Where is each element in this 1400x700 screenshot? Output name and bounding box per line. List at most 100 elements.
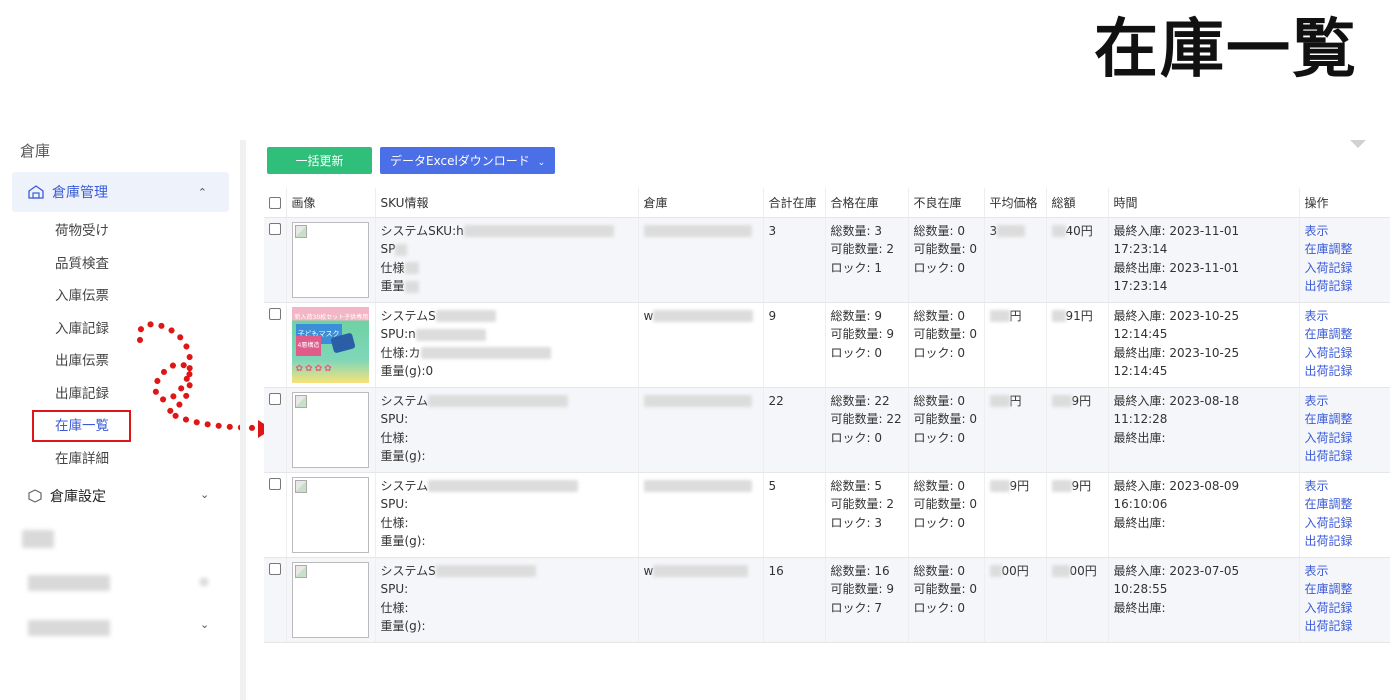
row-checkbox[interactable] xyxy=(269,307,281,320)
total-amount: 9円 xyxy=(1046,472,1109,558)
warehouse-cell xyxy=(638,472,764,558)
outbound-history-link[interactable]: 出荷記録 xyxy=(1305,447,1385,466)
chevron-down-icon: ⌄ xyxy=(200,488,210,501)
total-amount: 00円 xyxy=(1046,557,1109,643)
collapse-triangle-icon[interactable] xyxy=(1350,140,1366,148)
actions-cell: 表示 在庫調整 入荷記録 出荷記録 xyxy=(1299,387,1390,473)
product-image: 新入荷30枚セット子供専用 子どもマスク 4層構造 ✿✿✿✿ xyxy=(291,306,369,383)
chevron-down-icon: ⌄ xyxy=(200,618,210,631)
good-stock: 総数量: 9 可能数量: 9 ロック: 0 xyxy=(825,302,909,388)
product-image xyxy=(291,476,369,553)
column-header: 平均価格 xyxy=(984,188,1047,218)
panel-divider xyxy=(240,140,246,700)
average-price: 円 xyxy=(984,302,1047,388)
product-image xyxy=(291,221,369,298)
inbound-history-link[interactable]: 入荷記録 xyxy=(1305,259,1385,278)
outbound-history-link[interactable]: 出荷記録 xyxy=(1305,362,1385,381)
time-cell: 最終入庫: 2023-11-01 17:23:14 最終出庫: 2023-11-0… xyxy=(1108,217,1300,303)
adjust-stock-link[interactable]: 在庫調整 xyxy=(1305,495,1385,514)
actions-cell: 表示 在庫調整 入荷記録 出荷記録 xyxy=(1299,217,1390,303)
view-link[interactable]: 表示 xyxy=(1305,477,1385,496)
sidebar-item-receiving[interactable]: 荷物受け xyxy=(55,220,109,242)
total-stock: 9 xyxy=(763,302,826,388)
sidebar-item-quality-check[interactable]: 品質検査 xyxy=(55,253,109,275)
sidebar-item-outbound-slip[interactable]: 出庫伝票 xyxy=(55,350,109,372)
hexagon-icon xyxy=(28,489,42,503)
total-amount: 9円 xyxy=(1046,387,1109,473)
average-price: 9円 xyxy=(984,472,1047,558)
sidebar-group-warehouse-settings[interactable]: 倉庫設定 xyxy=(28,484,106,508)
inbound-history-link[interactable]: 入荷記録 xyxy=(1305,344,1385,363)
sku-info: システムSKU:h SP 仕様 重量 xyxy=(375,217,639,303)
sidebar-item-inventory-detail[interactable]: 在庫詳細 xyxy=(55,448,109,470)
good-stock: 総数量: 22 可能数量: 22 ロック: 0 xyxy=(825,387,909,473)
defect-stock: 総数量: 0 可能数量: 0 ロック: 0 xyxy=(908,217,985,303)
warehouse-cell xyxy=(638,217,764,303)
sku-info: システム SPU: 仕様: 重量(g): xyxy=(375,387,639,473)
chevron-up-icon: ⌃ xyxy=(197,185,207,199)
column-header: 合格在庫 xyxy=(825,188,909,218)
broken-image-icon xyxy=(294,224,307,238)
product-image xyxy=(291,561,369,638)
outbound-history-link[interactable]: 出荷記録 xyxy=(1305,617,1385,636)
column-header: SKU情報 xyxy=(375,188,639,218)
table-row: システムS SPU: 仕様: 重量(g): w 16 総数量: 16 可能数量: … xyxy=(264,557,1390,643)
inventory-table: 画像 SKU情報 倉庫 合計在庫 合格在庫 不良在庫 平均価格 総額 時間 操作 xyxy=(264,188,1390,643)
outbound-history-link[interactable]: 出荷記録 xyxy=(1305,277,1385,296)
defect-stock: 総数量: 0 可能数量: 0 ロック: 0 xyxy=(908,557,985,643)
column-header: 合計在庫 xyxy=(763,188,826,218)
inbound-history-link[interactable]: 入荷記録 xyxy=(1305,514,1385,533)
sidebar-item-inbound-slip[interactable]: 入庫伝票 xyxy=(55,285,109,307)
highlight-box xyxy=(32,410,131,442)
row-checkbox[interactable] xyxy=(269,222,281,235)
inbound-history-link[interactable]: 入荷記録 xyxy=(1305,599,1385,618)
warehouse-icon xyxy=(28,185,44,199)
row-checkbox[interactable] xyxy=(269,392,281,405)
adjust-stock-link[interactable]: 在庫調整 xyxy=(1305,240,1385,259)
sidebar: 倉庫 倉庫管理 ⌃ 荷物受け 品質検査 入庫伝票 入庫記録 出庫伝票 出庫記録 … xyxy=(0,130,240,700)
adjust-stock-link[interactable]: 在庫調整 xyxy=(1305,410,1385,429)
average-price: 円 xyxy=(984,387,1047,473)
chevron-down-icon: ⌄ xyxy=(537,158,546,168)
sku-info: システムS SPU:n 仕様:カ 重量(g):0 xyxy=(375,302,639,388)
total-amount: 91円 xyxy=(1046,302,1109,388)
view-link[interactable]: 表示 xyxy=(1305,307,1385,326)
time-cell: 最終入庫: 2023-07-05 10:28:55 最終出庫: xyxy=(1108,557,1300,643)
blurred-item xyxy=(28,575,110,591)
table-row: 新入荷30枚セット子供専用 子どもマスク 4層構造 ✿✿✿✿ システムS SPU… xyxy=(264,302,1390,388)
sidebar-group-label: 倉庫管理 xyxy=(52,185,108,201)
broken-image-icon xyxy=(294,564,307,578)
blurred-item xyxy=(28,620,110,636)
table-row: システム SPU: 仕様: 重量(g): 5 総数量: 5 可能数量: 2 ロック:… xyxy=(264,472,1390,558)
product-image xyxy=(291,391,369,468)
good-stock: 総数量: 16 可能数量: 9 ロック: 7 xyxy=(825,557,909,643)
excel-download-button[interactable]: データExcelダウンロード ⌄ xyxy=(380,147,556,174)
row-checkbox[interactable] xyxy=(269,477,281,490)
view-link[interactable]: 表示 xyxy=(1305,392,1385,411)
table-row: システムSKU:h SP 仕様 重量 3 総数量: 3 可能数量: 2 ロック: 1… xyxy=(264,217,1390,303)
sidebar-item-inbound-record[interactable]: 入庫記録 xyxy=(55,318,109,340)
bulk-update-button[interactable]: 一括更新 xyxy=(267,147,372,174)
view-link[interactable]: 表示 xyxy=(1305,222,1385,241)
actions-cell: 表示 在庫調整 入荷記録 出荷記録 xyxy=(1299,557,1390,643)
adjust-stock-link[interactable]: 在庫調整 xyxy=(1305,580,1385,599)
total-stock: 22 xyxy=(763,387,826,473)
select-all-checkbox[interactable] xyxy=(269,196,281,209)
average-price: 00円 xyxy=(984,557,1047,643)
total-stock: 3 xyxy=(763,217,826,303)
good-stock: 総数量: 3 可能数量: 2 ロック: 1 xyxy=(825,217,909,303)
warehouse-cell: w xyxy=(638,557,764,643)
time-cell: 最終入庫: 2023-08-18 11:12:28 最終出庫: xyxy=(1108,387,1300,473)
warehouse-cell: w xyxy=(638,302,764,388)
sidebar-item-outbound-record[interactable]: 出庫記録 xyxy=(55,383,109,405)
view-link[interactable]: 表示 xyxy=(1305,562,1385,581)
total-amount: 40円 xyxy=(1046,217,1109,303)
inbound-history-link[interactable]: 入荷記録 xyxy=(1305,429,1385,448)
table-header-row: 画像 SKU情報 倉庫 合計在庫 合格在庫 不良在庫 平均価格 総額 時間 操作 xyxy=(264,188,1390,218)
row-checkbox[interactable] xyxy=(269,562,281,575)
blurred-item xyxy=(22,530,54,548)
outbound-history-link[interactable]: 出荷記録 xyxy=(1305,532,1385,551)
adjust-stock-link[interactable]: 在庫調整 xyxy=(1305,325,1385,344)
blurred-item xyxy=(200,578,208,586)
sidebar-group-warehouse-management[interactable]: 倉庫管理 ⌃ xyxy=(12,172,229,212)
